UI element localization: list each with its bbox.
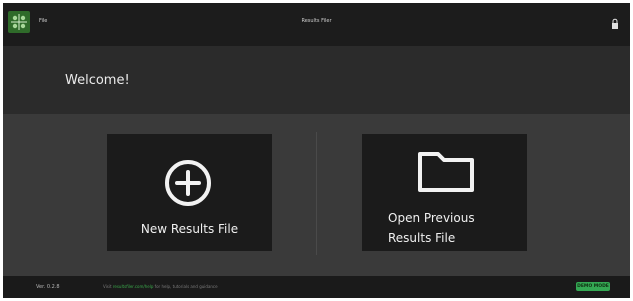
main-panel: New Results File Open Previous Results F…: [3, 114, 630, 276]
help-link[interactable]: resultsfiler.com/help: [113, 284, 154, 289]
welcome-band: Welcome!: [3, 46, 630, 114]
app-window: File Results Filer Welcome! New Results …: [3, 3, 630, 298]
title-bar: File Results Filer: [3, 3, 630, 46]
folder-icon: [418, 152, 474, 192]
status-bar: Ver. 0.2.8 Visit resultsfiler.com/help f…: [3, 276, 630, 298]
new-results-file-label: New Results File: [140, 222, 239, 236]
version-text: Ver. 0.2.8: [36, 284, 60, 290]
divider: [316, 132, 317, 255]
help-text: Visit resultsfiler.com/help for help, tu…: [103, 284, 218, 289]
lock-icon[interactable]: [611, 15, 619, 29]
welcome-heading: Welcome!: [65, 73, 130, 88]
open-previous-results-file-button[interactable]: Open Previous Results File: [362, 134, 527, 251]
new-results-file-button[interactable]: New Results File: [107, 134, 272, 251]
help-prefix: Visit: [103, 284, 112, 289]
open-label-line2: Results File: [388, 231, 456, 245]
window-title: Results Filer: [301, 18, 332, 24]
plus-circle-icon: [165, 160, 211, 206]
open-label-line1: Open Previous: [388, 211, 475, 225]
open-previous-results-file-label: Open Previous Results File: [388, 208, 518, 248]
help-suffix: for help, tutorials and guidance: [154, 284, 218, 289]
mode-badge: DEMO MODE: [576, 282, 610, 291]
